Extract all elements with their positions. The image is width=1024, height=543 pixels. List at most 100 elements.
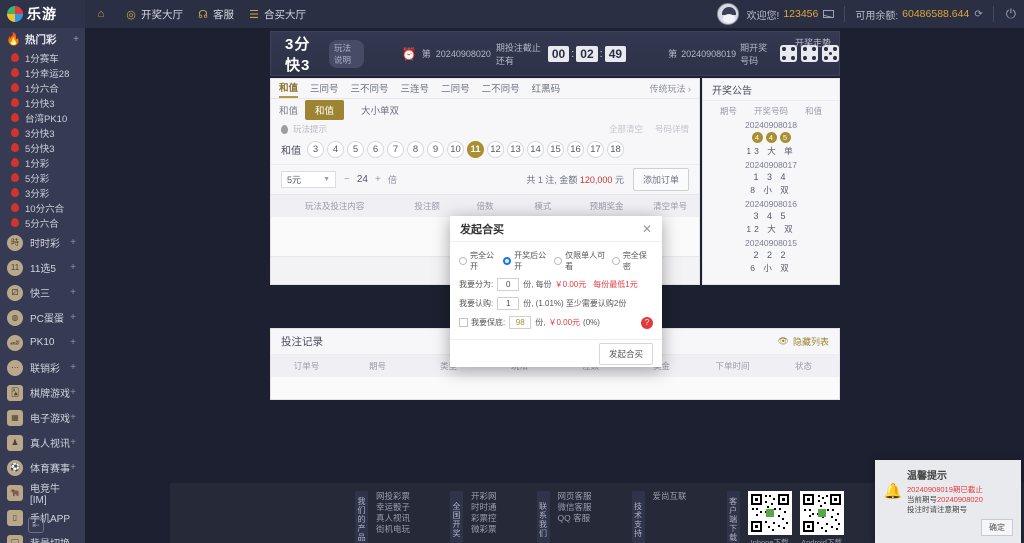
sidebar-item-ssc[interactable]: 時时时彩 + — [0, 230, 85, 255]
guarantee-input[interactable]: 98 — [509, 316, 532, 329]
split-input[interactable]: 0 — [497, 278, 520, 291]
sidebar-item-11x5[interactable]: 11 11选5 + — [0, 255, 85, 280]
number-ball-3[interactable]: 3 — [307, 141, 324, 158]
close-icon[interactable]: ✕ — [642, 223, 652, 235]
logo[interactable]: 乐游 — [0, 0, 85, 28]
expand-icon[interactable]: + — [70, 262, 76, 273]
confirm-button[interactable]: 确定 — [981, 519, 1013, 536]
footer-link[interactable]: QQ 客服 — [558, 513, 592, 524]
chip-daxiaodanshuang[interactable]: 大小单双 — [351, 100, 409, 120]
sidebar-item-hot-2[interactable]: 1分六合 — [0, 80, 85, 95]
sidebar-hot-header[interactable]: 🔥 热门彩 + — [0, 28, 85, 50]
sidebar-item-pk10[interactable]: 🏎 PK10 + — [0, 330, 85, 355]
number-ball-13[interactable]: 13 — [507, 141, 524, 158]
radio-public-after-draw[interactable] — [503, 257, 512, 265]
number-ball-10[interactable]: 10 — [447, 141, 464, 158]
hide-list-button[interactable]: 👁 隐藏列表 — [778, 335, 829, 348]
number-ball-9[interactable]: 9 — [427, 141, 444, 158]
footer-link[interactable]: 微彩票 — [471, 524, 497, 535]
footer-link[interactable]: 爱尚互联 — [653, 491, 687, 502]
sidebar-item-slots[interactable]: ▦ 电子游戏 + — [0, 405, 85, 430]
sidebar-item-hot-0[interactable]: 1分赛车 — [0, 50, 85, 65]
sidebar-item-sports[interactable]: ⚽ 体育赛事 + — [0, 455, 85, 480]
footer-link[interactable]: 街机电玩 — [376, 524, 410, 535]
radio-fully-public[interactable] — [459, 257, 467, 265]
footer-link[interactable]: 开彩网 — [471, 491, 497, 502]
sidebar-item-card-games[interactable]: 🂡 棋牌游戏 + — [0, 380, 85, 405]
col-clear[interactable]: 清空单号 — [641, 200, 699, 212]
radio-single-view-only[interactable] — [554, 257, 563, 265]
expand-icon[interactable]: + — [70, 362, 76, 373]
question-icon[interactable]: ? — [641, 316, 653, 329]
number-ball-7[interactable]: 7 — [387, 141, 404, 158]
sidebar-item-hot-9[interactable]: 3分彩 — [0, 185, 85, 200]
tab-ertonghao[interactable]: 二同号 — [441, 81, 470, 97]
footer-link[interactable]: 时时通 — [471, 502, 497, 513]
sidebar-item-hot-3[interactable]: 1分快3 — [0, 95, 85, 110]
tab-erbutonghao[interactable]: 二不同号 — [482, 81, 520, 97]
number-ball-14[interactable]: 14 — [527, 141, 544, 158]
tab-sanlianhao[interactable]: 三连号 — [401, 81, 430, 97]
tab-santonghao[interactable]: 三同号 — [310, 81, 339, 97]
traditional-play-link[interactable]: 传统玩法 › — [650, 82, 692, 95]
expand-icon[interactable]: + — [70, 337, 76, 348]
sidebar-item-hot-5[interactable]: 3分快3 — [0, 125, 85, 140]
number-ball-15[interactable]: 15 — [547, 141, 564, 158]
number-ball-6[interactable]: 6 — [367, 141, 384, 158]
decrement-button[interactable]: − — [344, 174, 350, 185]
nav-lottery-hall[interactable]: ◎ 开奖大厅 — [125, 7, 183, 22]
expand-icon[interactable]: + — [73, 34, 79, 45]
subscribe-input[interactable]: 1 — [497, 297, 520, 310]
avatar[interactable] — [716, 3, 739, 25]
sidebar-item-hot-4[interactable]: 台湾PK10 — [0, 110, 85, 125]
sidebar-item-union[interactable]: ⋯ 联销彩 + — [0, 355, 85, 380]
tab-sanbutonghao[interactable]: 三不同号 — [351, 81, 389, 97]
number-ball-4[interactable]: 4 — [327, 141, 344, 158]
number-ball-11[interactable]: 11 — [467, 141, 484, 158]
radio-fully-private[interactable] — [611, 257, 620, 265]
expand-icon[interactable]: + — [70, 412, 76, 423]
nav-group-buy-hall[interactable]: ☰ 合买大厅 — [248, 7, 306, 22]
number-ball-16[interactable]: 16 — [567, 141, 584, 158]
collapse-icon[interactable]: ⇤ — [28, 517, 44, 533]
chip-hezhi[interactable]: 和值 — [305, 100, 345, 120]
clear-all-link[interactable]: 全部清空 — [609, 123, 643, 135]
footer-link[interactable]: 网投彩票 — [376, 491, 410, 502]
expand-icon[interactable]: + — [70, 387, 76, 398]
power-icon[interactable]: ⏻ — [1006, 6, 1016, 22]
amount-select[interactable]: 5元 ▼ — [281, 171, 336, 188]
expand-icon[interactable]: + — [70, 312, 76, 323]
number-ball-12[interactable]: 12 — [487, 141, 504, 158]
expand-icon[interactable]: + — [70, 437, 76, 448]
mail-icon[interactable] — [823, 10, 835, 18]
sidebar-item-k3[interactable]: ⚂ 快三 + — [0, 280, 85, 305]
expand-icon[interactable]: + — [70, 287, 76, 298]
submit-group-buy-button[interactable]: 发起合买 — [598, 342, 653, 365]
qr-iphone[interactable]: Iphone下载 — [747, 491, 792, 543]
footer-link[interactable]: 真人视讯 — [376, 513, 410, 524]
footer-link[interactable]: 微信客服 — [558, 502, 592, 513]
nav-support[interactable]: ☊ 客服 — [197, 7, 234, 22]
sidebar-item-hot-6[interactable]: 5分快3 — [0, 140, 85, 155]
guarantee-checkbox[interactable] — [459, 318, 468, 327]
number-ball-8[interactable]: 8 — [407, 141, 424, 158]
footer-link[interactable]: 彩票控 — [471, 513, 497, 524]
sidebar-item-hot-11[interactable]: 5分六合 — [0, 215, 85, 230]
sidebar-item-live[interactable]: ♟ 真人视讯 + — [0, 430, 85, 455]
increment-button[interactable]: + — [375, 174, 381, 185]
multiplier-value[interactable]: 24 — [357, 174, 368, 185]
sidebar-item-esports[interactable]: 🐂 电竞牛 [IM] — [0, 480, 85, 506]
tab-honghei[interactable]: 红黑码 — [532, 81, 561, 97]
refresh-icon[interactable]: ⟳ — [974, 9, 982, 20]
sidebar-item-hot-10[interactable]: 10分六合 — [0, 200, 85, 215]
rules-button[interactable]: 玩法说明 — [329, 39, 364, 68]
qr-android[interactable]: Android下载 — [799, 491, 844, 543]
tab-hezhi[interactable]: 和值 — [279, 80, 299, 98]
footer-link[interactable]: 网页客服 — [558, 491, 592, 502]
sidebar-item-hot-8[interactable]: 5分彩 — [0, 170, 85, 185]
number-ball-5[interactable]: 5 — [347, 141, 364, 158]
trend-link[interactable]: 开奖走势 — [795, 36, 831, 49]
sidebar-item-hot-7[interactable]: 1分彩 — [0, 155, 85, 170]
expand-icon[interactable]: + — [70, 462, 76, 473]
expand-icon[interactable]: + — [70, 237, 76, 248]
